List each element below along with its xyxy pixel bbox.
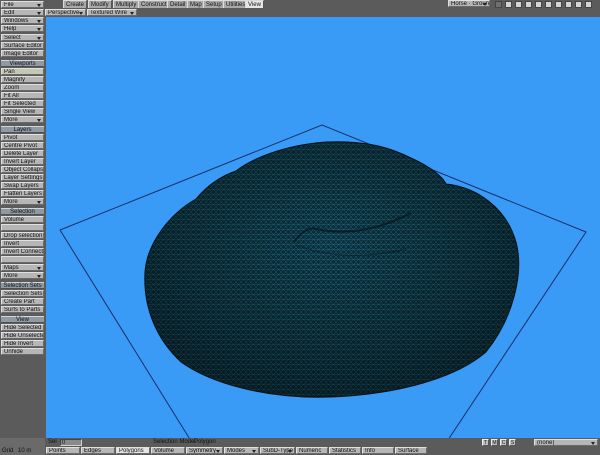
surfs-to-parts-button[interactable]: Surfs to Parts — [1, 306, 44, 313]
invert-connected-button[interactable]: Invert Connected — [1, 248, 44, 255]
hide-selected-button[interactable]: Hide Selected — [1, 324, 44, 331]
viewports-header: Viewports — [1, 60, 44, 67]
object-collapse-button[interactable]: Object Collaps'o — [1, 166, 44, 173]
invert-layer-button[interactable]: Invert Layer — [1, 158, 44, 165]
surface-editor-button[interactable]: Surface Editor — [1, 42, 44, 49]
layer-slot-3[interactable] — [515, 1, 522, 8]
perspective-viewport[interactable] — [46, 17, 600, 438]
mode-bar: Points Edges Polygons Volume Symmetry Mo… — [46, 447, 600, 455]
grid-label: Grid — [2, 448, 14, 454]
file-menu[interactable]: File — [1, 1, 44, 8]
swap-layers-button[interactable]: Swap Layers — [1, 182, 44, 189]
fit-selected-button[interactable]: Fit Selected — [1, 100, 44, 107]
grid-value: 10 m — [18, 448, 32, 454]
layers-header: Layers — [1, 126, 44, 133]
info-button[interactable]: Info — [362, 447, 394, 454]
layer-slot-1[interactable] — [495, 1, 502, 8]
centre-pivot-button[interactable]: Centre Pivot — [1, 142, 44, 149]
edges-mode-button[interactable]: Edges — [81, 447, 115, 454]
selection-more-button[interactable]: More — [1, 272, 44, 279]
symmetry-button[interactable]: Symmetry — [186, 447, 223, 454]
tab-setup[interactable]: Setup — [203, 0, 225, 8]
layer-selector[interactable]: Horse · Ground — [448, 0, 490, 7]
points-mode-button[interactable]: Points — [46, 447, 80, 454]
invert-button[interactable]: Invert — [1, 240, 44, 247]
tab-create[interactable]: Create — [63, 0, 88, 8]
layer-slot-10[interactable] — [585, 1, 592, 8]
surface-button[interactable]: Surface — [395, 447, 427, 454]
zoom-button[interactable]: Zoom — [1, 84, 44, 91]
mesh-object[interactable] — [144, 141, 520, 398]
delete-layer-button[interactable]: Delete Layer — [1, 150, 44, 157]
volume-mode-button[interactable]: Volume — [151, 447, 185, 454]
modes-dropdown[interactable]: Modes — [224, 447, 259, 454]
selection-mode-value: Polygon — [194, 439, 216, 445]
left-toolbar: File Edit Windows Help Select Surface Ed… — [0, 0, 45, 455]
help-menu[interactable]: Help — [1, 25, 44, 32]
selection-header: Selection — [1, 208, 44, 215]
hide-unselected-button[interactable]: Hide Unselected — [1, 332, 44, 339]
none-dropdown[interactable]: (none) — [534, 439, 598, 446]
unhide-button[interactable]: Unhide — [1, 348, 44, 355]
select-dropdown[interactable]: Select — [1, 34, 44, 41]
fit-all-button[interactable]: Fit All — [1, 92, 44, 99]
selection-blank-button-2[interactable] — [1, 256, 44, 263]
layer-slot-5[interactable] — [535, 1, 542, 8]
windows-menu[interactable]: Windows — [1, 17, 44, 24]
tab-construct[interactable]: Construct — [138, 0, 170, 8]
viewports-more-button[interactable]: More — [1, 116, 44, 123]
render-mode-dropdown[interactable]: Textured Wire — [87, 9, 137, 16]
layer-slot-9[interactable] — [575, 1, 582, 8]
hide-invert-button[interactable]: Hide Invert — [1, 340, 44, 347]
flatten-layers-button[interactable]: Flatten Layers — [1, 190, 44, 197]
s-button[interactable]: S — [509, 439, 516, 446]
view-header: View — [1, 316, 44, 323]
m-button[interactable]: M — [491, 439, 498, 446]
top-bar: Create Modify Multiply Construct Detail … — [45, 0, 600, 17]
tab-modify[interactable]: Modify — [88, 0, 112, 8]
viewport-canvas[interactable] — [46, 17, 600, 438]
layer-slot-8[interactable] — [565, 1, 572, 8]
t-button[interactable]: T — [482, 439, 489, 446]
edit-menu[interactable]: Edit — [1, 9, 44, 16]
layers-more-button[interactable]: More — [1, 198, 44, 205]
status-bar: Sel 0 Selection Mode: Polygon T M C S (n… — [46, 438, 600, 447]
magnify-button[interactable]: Magnify — [1, 76, 44, 83]
layer-settings-button[interactable]: Layer Settings — [1, 174, 44, 181]
pivot-button[interactable]: Pivot — [1, 134, 44, 141]
sel-label: Sel — [48, 439, 57, 445]
selection-blank-button[interactable] — [1, 224, 44, 231]
pan-button[interactable]: Pan — [1, 68, 44, 75]
polygons-mode-button[interactable]: Polygons — [116, 447, 150, 454]
tab-multiply[interactable]: Multiply — [113, 0, 140, 8]
create-part-button[interactable]: Create Part — [1, 298, 44, 305]
sel-count: 0 — [60, 439, 82, 446]
projection-dropdown[interactable]: Perspective — [45, 9, 86, 16]
maps-button[interactable]: Maps — [1, 264, 44, 271]
grid-readout: Grid 10 m — [0, 438, 45, 455]
statistics-button[interactable]: Statistics — [329, 447, 361, 454]
layer-slot-7[interactable] — [555, 1, 562, 8]
subd-type-dropdown[interactable]: SubD-Type — [260, 447, 295, 454]
layer-slot-4[interactable] — [525, 1, 532, 8]
selection-sets-header: Selection Sets — [1, 282, 44, 289]
image-editor-button[interactable]: Image Editor — [1, 50, 44, 57]
tab-detail[interactable]: Detail — [167, 0, 189, 8]
drop-selection-button[interactable]: Drop selection — [1, 232, 44, 239]
selection-sets-button[interactable]: Selection Sets — [1, 290, 44, 297]
layer-slot-6[interactable] — [545, 1, 552, 8]
volume-button[interactable]: Volume — [1, 216, 44, 223]
single-view-button[interactable]: Single View — [1, 108, 44, 115]
selection-mode-label: Selection Mode: — [153, 439, 197, 445]
numeric-button[interactable]: Numeric — [296, 447, 328, 454]
layer-slot-2[interactable] — [505, 1, 512, 8]
tab-view[interactable]: View — [245, 0, 264, 8]
c-button[interactable]: C — [500, 439, 507, 446]
